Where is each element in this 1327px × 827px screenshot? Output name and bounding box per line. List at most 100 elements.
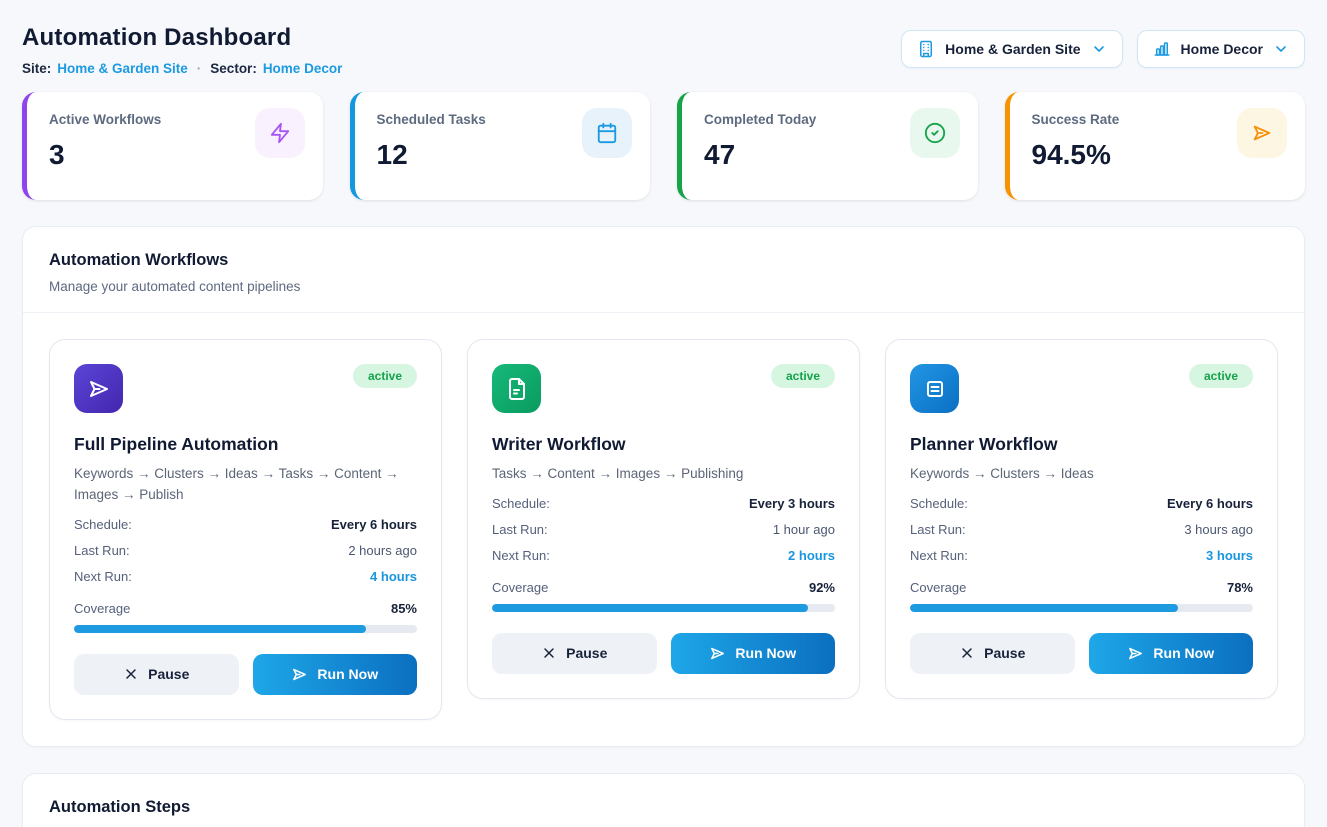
coverage-progress-bar — [910, 604, 1253, 612]
workflow-actions: Pause Run Now — [74, 654, 417, 695]
status-badge: active — [353, 364, 417, 388]
send-icon — [709, 645, 726, 662]
coverage-progress-fill — [74, 625, 366, 633]
workflow-actions: Pause Run Now — [910, 633, 1253, 674]
last-run-label: Last Run: — [910, 522, 966, 537]
header-left: Automation Dashboard Site: Home & Garden… — [22, 24, 342, 76]
pause-button[interactable]: Pause — [74, 654, 239, 695]
pause-button[interactable]: Pause — [492, 633, 657, 674]
header-selectors: Home & Garden Site Home Decor — [901, 30, 1305, 68]
automation-steps-title: Automation Steps — [49, 798, 1278, 817]
next-run-value: 4 hours — [370, 569, 417, 584]
next-run-value: 3 hours — [1206, 548, 1253, 563]
automation-steps-panel: Automation Steps Configure which steps a… — [22, 773, 1305, 827]
workflows-panel-header: Automation Workflows Manage your automat… — [23, 227, 1304, 313]
site-selector-label: Home & Garden Site — [945, 41, 1080, 57]
coverage-label: Coverage — [910, 580, 966, 595]
workflows-panel-subtitle: Manage your automated content pipelines — [49, 279, 1278, 294]
schedule-label: Schedule: — [74, 517, 132, 532]
coverage-row: Coverage 78% — [910, 580, 1253, 595]
pause-button-label: Pause — [148, 666, 189, 682]
bar-chart-icon — [1153, 40, 1171, 58]
schedule-value: Every 6 hours — [331, 517, 417, 532]
building-icon — [917, 40, 935, 58]
next-run-row: Next Run: 3 hours — [910, 548, 1253, 563]
site-link[interactable]: Home & Garden Site — [57, 61, 188, 76]
coverage-value: 92% — [809, 580, 835, 595]
site-selector-dropdown[interactable]: Home & Garden Site — [901, 30, 1122, 68]
status-badge: active — [1189, 364, 1253, 388]
coverage-progress-fill — [492, 604, 808, 612]
chevron-down-icon — [1091, 41, 1107, 57]
next-run-row: Next Run: 4 hours — [74, 569, 417, 584]
chevron-down-icon — [1273, 41, 1289, 57]
coverage-row: Coverage 92% — [492, 580, 835, 595]
sector-selector-dropdown[interactable]: Home Decor — [1137, 30, 1305, 68]
coverage-row: Coverage 85% — [74, 601, 417, 616]
coverage-progress-bar — [492, 604, 835, 612]
workflow-pipeline: Tasks → Content → Images → Publishing — [492, 464, 835, 485]
page-title: Automation Dashboard — [22, 24, 342, 52]
sector-link[interactable]: Home Decor — [263, 61, 343, 76]
workflows-panel-title: Automation Workflows — [49, 251, 1278, 270]
zap-icon — [255, 108, 305, 158]
schedule-row: Schedule: Every 6 hours — [910, 496, 1253, 511]
next-run-label: Next Run: — [910, 548, 968, 563]
run-now-button[interactable]: Run Now — [253, 654, 418, 695]
pause-button-label: Pause — [566, 645, 607, 661]
next-run-value: 2 hours — [788, 548, 835, 563]
workflow-pipeline: Keywords → Clusters → Ideas — [910, 464, 1253, 485]
stat-card-scheduled-tasks: Scheduled Tasks 12 — [350, 92, 651, 200]
schedule-label: Schedule: — [492, 496, 550, 511]
page-header: Automation Dashboard Site: Home & Garden… — [22, 24, 1305, 76]
breadcrumb-separator: · — [197, 61, 202, 76]
schedule-value: Every 3 hours — [749, 496, 835, 511]
status-badge: active — [771, 364, 835, 388]
schedule-row: Schedule: Every 6 hours — [74, 517, 417, 532]
calendar-icon — [582, 108, 632, 158]
workflow-pipeline: Keywords → Clusters → Ideas → Tasks → Co… — [74, 464, 417, 506]
stat-card-completed-today: Completed Today 47 — [677, 92, 978, 200]
stats-row: Active Workflows 3 Scheduled Tasks 12 Co… — [22, 92, 1305, 200]
run-now-button-label: Run Now — [735, 645, 796, 661]
workflow-title: Full Pipeline Automation — [74, 434, 417, 455]
stat-card-active-workflows: Active Workflows 3 — [22, 92, 323, 200]
send-icon — [291, 666, 308, 683]
workflows-panel-body: active Full Pipeline Automation Keywords… — [23, 313, 1304, 746]
last-run-row: Last Run: 2 hours ago — [74, 543, 417, 558]
stat-card-success-rate: Success Rate 94.5% — [1005, 92, 1306, 200]
workflow-grid: active Full Pipeline Automation Keywords… — [49, 339, 1278, 720]
coverage-progress-fill — [910, 604, 1178, 612]
coverage-value: 78% — [1227, 580, 1253, 595]
pause-button[interactable]: Pause — [910, 633, 1075, 674]
run-now-button[interactable]: Run Now — [671, 633, 836, 674]
x-icon — [959, 645, 975, 661]
x-icon — [123, 666, 139, 682]
next-run-row: Next Run: 2 hours — [492, 548, 835, 563]
breadcrumb: Site: Home & Garden Site · Sector: Home … — [22, 61, 342, 76]
run-now-button-label: Run Now — [1153, 645, 1214, 661]
run-now-button[interactable]: Run Now — [1089, 633, 1254, 674]
notebook-icon — [910, 364, 959, 413]
workflow-card-full-pipeline: active Full Pipeline Automation Keywords… — [49, 339, 442, 720]
coverage-value: 85% — [391, 601, 417, 616]
last-run-value: 1 hour ago — [773, 522, 835, 537]
pause-button-label: Pause — [984, 645, 1025, 661]
last-run-value: 2 hours ago — [348, 543, 417, 558]
last-run-row: Last Run: 3 hours ago — [910, 522, 1253, 537]
send-icon — [74, 364, 123, 413]
coverage-progress-bar — [74, 625, 417, 633]
schedule-value: Every 6 hours — [1167, 496, 1253, 511]
automation-steps-header: Automation Steps Configure which steps a… — [23, 774, 1304, 827]
last-run-label: Last Run: — [492, 522, 548, 537]
last-run-label: Last Run: — [74, 543, 130, 558]
coverage-label: Coverage — [74, 601, 130, 616]
x-icon — [541, 645, 557, 661]
send-icon — [1127, 645, 1144, 662]
sector-label: Sector: — [210, 61, 257, 76]
send-icon — [1237, 108, 1287, 158]
site-label: Site: — [22, 61, 51, 76]
next-run-label: Next Run: — [74, 569, 132, 584]
workflow-card-top: active — [910, 364, 1253, 413]
workflow-title: Writer Workflow — [492, 434, 835, 455]
